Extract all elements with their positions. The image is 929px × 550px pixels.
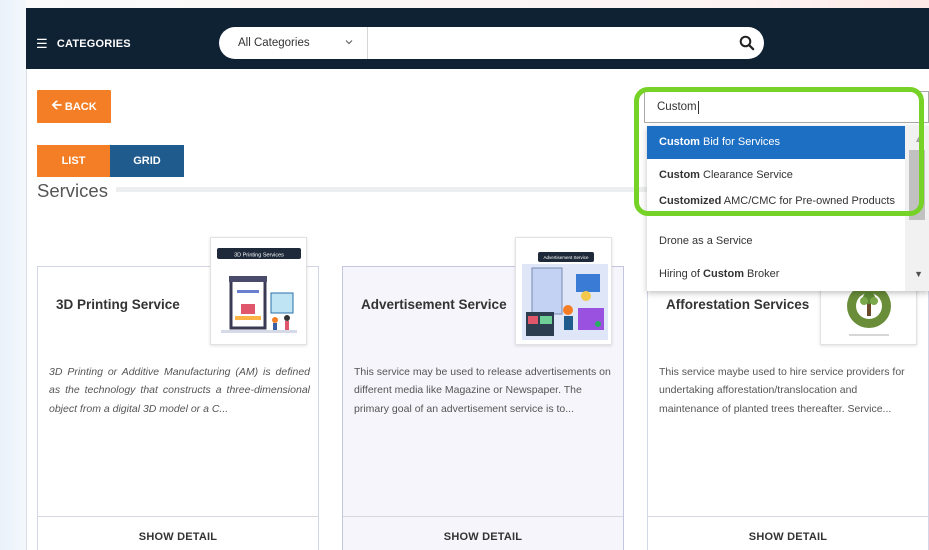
categories-label: CATEGORIES [56,38,131,50]
grid-view-button[interactable]: GRID [110,145,184,177]
back-label: BACK [64,100,97,113]
section-title: Services [37,180,116,202]
search-input[interactable] [368,27,730,59]
view-toggle: LIST GRID [37,145,184,177]
list-view-button[interactable]: LIST [37,145,110,177]
search-icon[interactable] [730,27,764,59]
thumbnail-label: Advertisement Service [543,255,589,260]
scroll-down-arrow-icon[interactable]: ▼ [914,269,923,279]
show-detail-button[interactable]: SHOW DETAIL [343,517,623,550]
card-title: Afforestation Services [666,297,810,312]
back-button[interactable]: 🡨 BACK [37,90,111,123]
card-description: This service maybe used to hire service … [659,366,905,415]
option-text: Broker [743,268,780,280]
option-prefix: Hiring of [659,268,704,280]
arrow-left-icon: 🡨 [51,96,62,112]
thumbnail-label: 3D Printing Services [234,253,284,259]
card-thumbnail[interactable]: 3D Printing Services [210,237,307,345]
option-text: Drone as a Service [659,235,753,247]
category-select-value: All Categories [238,37,310,49]
autocomplete-option[interactable]: Drone as a Service [647,225,905,258]
autocomplete-option[interactable]: Hiring of Custom Broker [647,258,905,291]
card-description: 3D Printing or Additive Manufacturing (A… [49,366,310,415]
card-title: Advertisement Service [361,297,507,312]
chevron-down-icon [345,40,353,45]
browser-strip [26,0,929,8]
card-thumbnail[interactable]: Advertisement Service [515,237,612,345]
show-detail-button[interactable]: SHOW DETAIL [648,517,928,550]
match-text: Custom [703,268,744,280]
annotation-highlight [634,87,924,216]
card-title: 3D Printing Service [56,297,180,312]
card-description: This service may be used to release adve… [354,366,611,415]
category-select[interactable]: All Categories [219,27,368,59]
hamburger-icon: ☰ [36,36,48,51]
search-bar: All Categories [219,27,764,59]
categories-menu-button[interactable]: ☰ CATEGORIES [36,35,131,53]
show-detail-button[interactable]: SHOW DETAIL [38,517,318,550]
